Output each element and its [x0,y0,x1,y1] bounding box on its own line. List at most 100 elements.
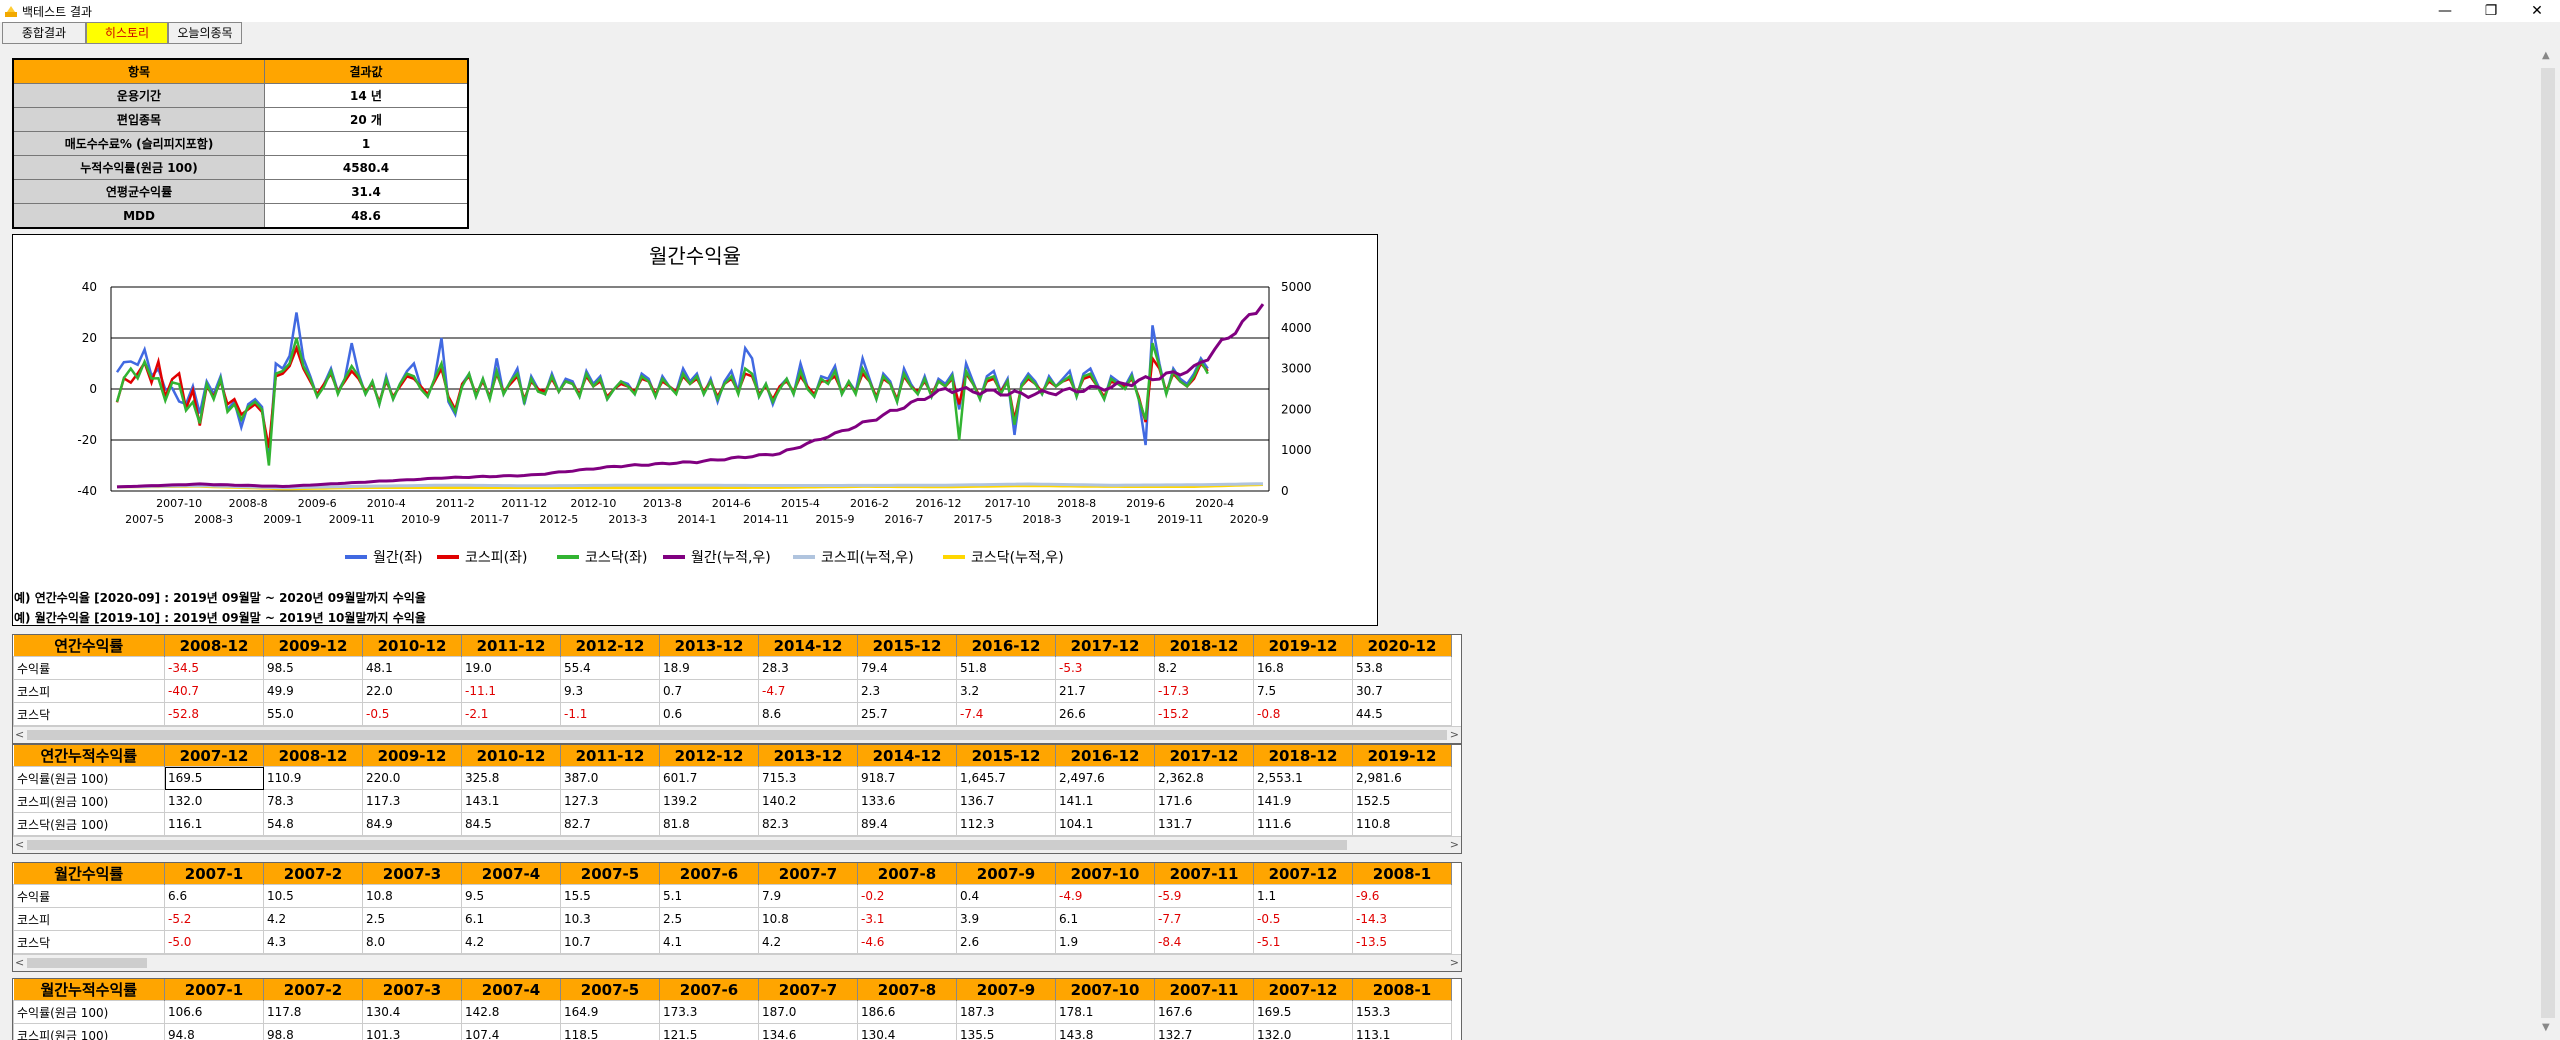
table-row[interactable]: 코스닥 -52.8 55.0 -0.5 -2.1 -1.1 0.6 8.6 25.7 -7.4 26… [13,702,1452,726]
grid-cell[interactable]: 1.9 [1055,930,1155,954]
grid-cell[interactable]: -3.1 [857,907,957,931]
grid-cell[interactable]: 104.1 [1055,812,1155,836]
grid-cell[interactable]: 2.6 [956,930,1056,954]
grid-column-header[interactable]: 2007-3 [362,863,462,885]
grid-cell[interactable]: 89.4 [857,812,957,836]
grid-cell[interactable]: 1,645.7 [956,766,1056,790]
grid-cell[interactable]: -8.4 [1154,930,1254,954]
grid-column-header[interactable]: 2007-2 [263,979,363,1001]
grid-cell[interactable]: 44.5 [1352,702,1452,726]
grid-cell[interactable]: -0.8 [1253,702,1353,726]
grid-cell[interactable]: 16.8 [1253,656,1353,680]
grid-cell[interactable]: 187.0 [758,1000,858,1024]
grid-cell[interactable]: 26.6 [1055,702,1155,726]
grid-cell[interactable]: 53.8 [1352,656,1452,680]
grid-cell[interactable]: 0.4 [956,884,1056,908]
grid-cell[interactable]: 133.6 [857,789,957,813]
grid-cell[interactable]: 141.9 [1253,789,1353,813]
grid-cell[interactable]: -13.5 [1352,930,1452,954]
grid-column-header[interactable]: 2007-12 [1253,979,1353,1001]
tab-summary[interactable]: 종합결과 [2,22,86,44]
grid-cell[interactable]: 0.6 [659,702,759,726]
grid-cell[interactable]: 141.1 [1055,789,1155,813]
minimize-button[interactable]: — [2422,0,2468,22]
tab-history[interactable]: 히스토리 [86,22,168,44]
grid-column-header[interactable]: 2008-1 [1352,979,1452,1001]
grid-column-header[interactable]: 2014-12 [758,635,858,657]
grid-column-header[interactable]: 2015-12 [857,635,957,657]
grid-cell[interactable]: 48.1 [362,656,462,680]
grid-cell[interactable]: 10.3 [560,907,660,931]
scroll-thumb[interactable] [2541,68,2555,1018]
scroll-left-icon[interactable]: < [15,956,24,969]
grid-column-header[interactable]: 2014-12 [857,745,957,767]
grid-cell[interactable]: 4.2 [263,907,363,931]
grid-column-header[interactable]: 2012-12 [560,635,660,657]
grid-cell[interactable]: 139.2 [659,789,759,813]
grid-cell[interactable]: 9.5 [461,884,561,908]
grid-cell[interactable]: 7.5 [1253,679,1353,703]
grid-cell[interactable]: -52.8 [164,702,264,726]
grid-cell[interactable]: 8.6 [758,702,858,726]
table-row[interactable]: 수익률(원금 100) 106.6 117.8 130.4 142.8 164.9 173.… [13,1000,1452,1024]
grid-cell[interactable]: -9.6 [1352,884,1452,908]
grid-cell[interactable]: 82.7 [560,812,660,836]
grid-cell[interactable]: 10.8 [758,907,858,931]
table-row[interactable]: 수익률 6.6 10.5 10.8 9.5 15.5 5.1 7.9 -0.2 0.4 -4.9 -5… [13,884,1452,908]
grid-cell[interactable]: 84.9 [362,812,462,836]
grid-column-header[interactable]: 2019-12 [1253,635,1353,657]
grid-column-header[interactable]: 2007-11 [1154,863,1254,885]
grid-cell[interactable]: -11.1 [461,679,561,703]
grid-cell[interactable]: 4.1 [659,930,759,954]
grid-cell[interactable]: -5.1 [1253,930,1353,954]
grid-cell[interactable]: 134.6 [758,1023,858,1040]
grid-cell[interactable]: -17.3 [1154,679,1254,703]
grid-cell[interactable]: 132.0 [164,789,264,813]
grid-column-header[interactable]: 2007-5 [560,863,660,885]
scroll-thumb[interactable] [27,840,1347,850]
grid-cell[interactable]: 2,553.1 [1253,766,1353,790]
grid-column-header[interactable]: 2007-6 [659,863,759,885]
grid-cell[interactable]: 82.3 [758,812,858,836]
grid-cell[interactable]: 169.5 [1253,1000,1353,1024]
grid-cell[interactable]: 1.1 [1253,884,1353,908]
grid-column-header[interactable]: 2007-4 [461,863,561,885]
grid-cell[interactable]: 186.6 [857,1000,957,1024]
grid-cell[interactable]: 51.8 [956,656,1056,680]
restore-button[interactable]: ❐ [2468,0,2514,22]
grid-cell[interactable]: 130.4 [362,1000,462,1024]
grid-cell[interactable]: -5.0 [164,930,264,954]
grid-cell[interactable]: 3.9 [956,907,1056,931]
grid-cell[interactable]: 2.5 [659,907,759,931]
grid-cell[interactable]: -40.7 [164,679,264,703]
table-row[interactable]: 코스피 -40.7 49.9 22.0 -11.1 9.3 0.7 -4.7 2.3 3.2 21.… [13,679,1452,703]
grid-cell[interactable]: 28.3 [758,656,858,680]
grid-column-header[interactable]: 2007-3 [362,979,462,1001]
grid-cell[interactable]: -7.4 [956,702,1056,726]
grid-cell[interactable]: 187.3 [956,1000,1056,1024]
grid-cell[interactable]: 22.0 [362,679,462,703]
grid-cell[interactable]: 132.7 [1154,1023,1254,1040]
grid-cell[interactable]: 98.5 [263,656,363,680]
grid-column-header[interactable]: 2016-12 [1055,745,1155,767]
grid-cell[interactable]: 110.8 [1352,812,1452,836]
table-row[interactable]: 코스피(원금 100) 132.0 78.3 117.3 143.1 127.3 139.2… [13,789,1452,813]
grid-column-header[interactable]: 2007-5 [560,979,660,1001]
grid-cell[interactable]: 117.3 [362,789,462,813]
grid-column-header[interactable]: 2007-7 [758,863,858,885]
scroll-right-icon[interactable]: > [1450,956,1459,969]
grid-cell[interactable]: -0.5 [1253,907,1353,931]
grid-cell[interactable]: 118.5 [560,1023,660,1040]
grid-column-header[interactable]: 2017-12 [1154,745,1254,767]
grid-column-header[interactable]: 2011-12 [461,635,561,657]
grid-cell[interactable]: 4.2 [758,930,858,954]
grid-cell[interactable]: 9.3 [560,679,660,703]
grid-cell[interactable]: 10.7 [560,930,660,954]
grid-cell[interactable]: -34.5 [164,656,264,680]
grid-cell[interactable]: 111.6 [1253,812,1353,836]
grid-column-header[interactable]: 2007-10 [1055,863,1155,885]
grid-cell[interactable]: 8.0 [362,930,462,954]
table-row[interactable]: 수익률 -34.5 98.5 48.1 19.0 55.4 18.9 28.3 79.4 51.8… [13,656,1452,680]
grid-column-header[interactable]: 2008-12 [263,745,363,767]
scroll-up-icon[interactable]: ▲ [2542,50,2550,61]
